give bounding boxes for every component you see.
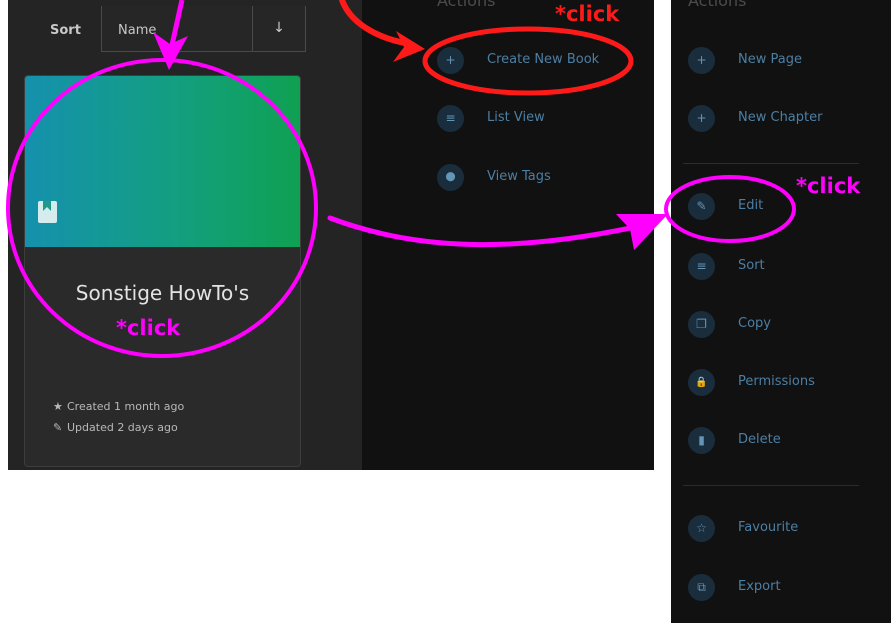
copy-action[interactable]: ❐ Copy — [688, 310, 878, 340]
pencil-icon: ✎ — [53, 421, 63, 434]
sort-label: Sort — [50, 23, 81, 38]
export-action[interactable]: ⧉ Export — [688, 573, 878, 603]
divider — [683, 163, 859, 164]
star-icon: ★ — [53, 400, 63, 413]
export-icon: ⧉ — [688, 574, 715, 601]
arrow-down-icon: ↓ — [273, 20, 285, 36]
book-actions-panel: Actions + New Page + New Chapter ✎ Edit … — [671, 0, 891, 623]
plus-icon: + — [437, 47, 464, 74]
book-icon — [38, 201, 57, 223]
list-icon: ≡ — [437, 105, 464, 132]
action-label: Copy — [738, 316, 771, 331]
action-label: List View — [487, 110, 545, 125]
click-annotation-create: *click — [555, 2, 620, 26]
action-label: Export — [738, 579, 781, 594]
book-created-meta: ★ Created 1 month ago — [53, 400, 184, 413]
sort-direction-button[interactable]: ↓ — [253, 6, 306, 52]
plus-icon: + — [688, 105, 715, 132]
sort-select-value: Name — [118, 23, 157, 38]
action-label: View Tags — [487, 169, 551, 184]
action-label: Sort — [738, 258, 765, 273]
action-label: New Page — [738, 52, 802, 67]
book-title[interactable]: Sonstige HowTo's — [25, 281, 300, 305]
tag-icon: ⬤ — [437, 164, 464, 191]
book-grid-panel: Sort Name ↓ Sonstige HowTo's ★ Created 1 … — [8, 0, 362, 470]
book-created-text: Created 1 month ago — [67, 400, 185, 413]
book-card[interactable]: Sonstige HowTo's ★ Created 1 month ago ✎ U… — [24, 75, 301, 467]
plus-icon: + — [688, 47, 715, 74]
pencil-icon: ✎ — [688, 193, 715, 220]
book-updated-meta: ✎ Updated 2 days ago — [53, 421, 178, 434]
delete-action[interactable]: ▮ Delete — [688, 426, 878, 456]
new-chapter-action[interactable]: + New Chapter — [688, 104, 878, 134]
sort-select[interactable]: Name — [101, 6, 253, 52]
action-label: Edit — [738, 198, 764, 213]
shelf-actions-panel: Actions + Create New Book ≡ List View ⬤ … — [362, 0, 654, 470]
permissions-action[interactable]: 🔒 Permissions — [688, 368, 878, 398]
divider — [683, 485, 859, 486]
action-label: Favourite — [738, 520, 799, 535]
star-icon: ☆ — [688, 515, 715, 542]
sort-action[interactable]: ≡ Sort — [688, 252, 878, 282]
copy-icon: ❐ — [688, 311, 715, 338]
click-annotation-book: *click — [116, 316, 181, 340]
book-cover[interactable] — [25, 76, 300, 247]
new-page-action[interactable]: + New Page — [688, 46, 878, 76]
view-tags-action[interactable]: ⬤ View Tags — [437, 163, 637, 193]
trash-icon: ▮ — [688, 427, 715, 454]
actions-heading: Actions — [688, 0, 747, 10]
action-label: Permissions — [738, 374, 815, 389]
actions-heading: Actions — [437, 0, 496, 10]
favourite-action[interactable]: ☆ Favourite — [688, 514, 878, 544]
lock-icon: 🔒 — [688, 369, 715, 396]
click-annotation-edit: *click — [796, 174, 861, 198]
create-new-book-action[interactable]: + Create New Book — [437, 46, 637, 76]
list-view-action[interactable]: ≡ List View — [437, 104, 637, 134]
book-updated-text: Updated 2 days ago — [67, 421, 178, 434]
action-label: New Chapter — [738, 110, 823, 125]
action-label: Delete — [738, 432, 781, 447]
sort-icon: ≡ — [688, 253, 715, 280]
action-label: Create New Book — [487, 52, 600, 67]
